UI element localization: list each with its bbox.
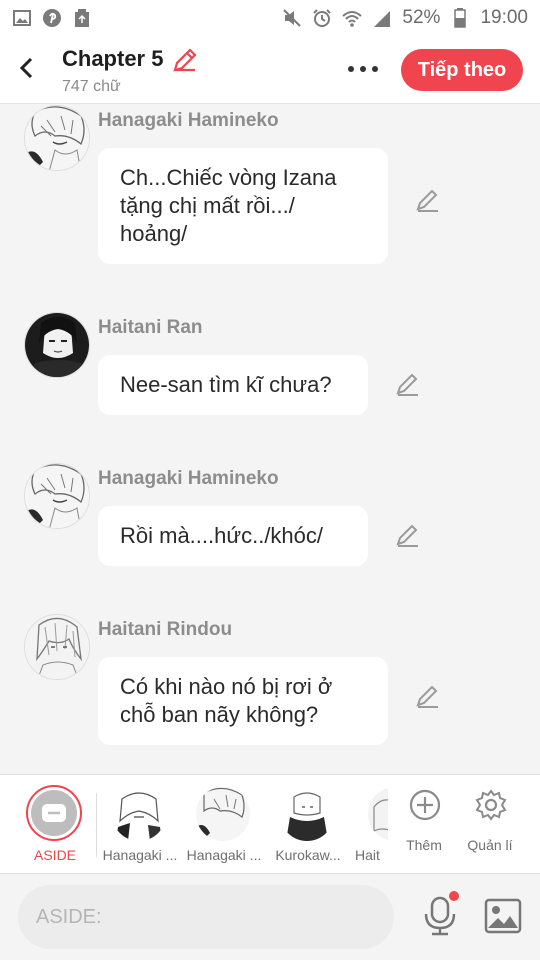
chevron-left-icon (19, 57, 33, 79)
avatar (280, 787, 334, 841)
gallery-icon (12, 8, 32, 28)
character-chip[interactable]: Hait (352, 787, 388, 867)
wifi-icon (342, 8, 363, 28)
edit-message-button[interactable] (394, 522, 422, 550)
message-input[interactable] (18, 885, 394, 949)
manage-label: Quản lí (467, 837, 513, 853)
signal-icon (372, 8, 392, 28)
sender-name: Hanagaki Hamineko (98, 110, 279, 131)
character-name: Kurokaw... (275, 847, 341, 863)
message-line: hoảng/ (120, 221, 188, 246)
aside-label: ASIDE (34, 847, 77, 863)
chat-list[interactable]: Hanagaki Hamineko Ch...Chiếc vòng Izana … (0, 105, 540, 773)
image-icon (484, 898, 522, 934)
message-line: chỗ ban nãy không? (120, 702, 319, 727)
character-name: Hanagaki ... (102, 847, 178, 863)
sender-name: Hanagaki Hamineko (98, 468, 279, 489)
avatar[interactable] (24, 105, 90, 171)
character-chip[interactable]: Hanagaki ... (184, 787, 264, 867)
pencil-icon (396, 373, 418, 396)
edit-title-button[interactable] (170, 45, 200, 75)
recycle-icon (72, 8, 92, 28)
character-name: Hanagaki ... (186, 847, 262, 863)
pinterest-icon (42, 8, 62, 28)
character-chip[interactable]: Kurokaw... (268, 787, 348, 867)
avatar[interactable] (24, 614, 90, 680)
alarm-icon (312, 8, 332, 28)
dot-icon (348, 66, 354, 72)
gear-icon (475, 789, 507, 821)
avatar[interactable] (24, 463, 90, 529)
sender-name: Haitani Rindou (98, 619, 233, 640)
more-options-button[interactable] (340, 54, 386, 84)
message-bubble[interactable]: Nee-san tìm kĩ chưa? (98, 355, 368, 415)
status-bar: 52% 19:00 (0, 0, 540, 36)
pencil-icon (173, 48, 197, 72)
message-bubble[interactable]: Rồi mà....hức../khóc/ (98, 506, 368, 566)
message-line: Ch...Chiếc vòng Izana (120, 165, 337, 190)
pencil-icon (396, 524, 418, 547)
edit-message-button[interactable] (414, 187, 442, 215)
sender-name: Haitani Ran (98, 317, 203, 338)
avatar[interactable] (24, 312, 90, 378)
back-button[interactable] (8, 50, 44, 86)
battery-percent: 52% (402, 7, 441, 28)
pencil-icon (416, 685, 438, 708)
add-label: Thêm (406, 837, 442, 853)
notification-dot (449, 891, 459, 901)
message-line: tặng chị mất rồi.../ (120, 193, 295, 218)
avatar (368, 787, 388, 841)
character-chip[interactable]: Hanagaki ... (100, 787, 180, 867)
clock: 19:00 (480, 7, 528, 28)
chat-bubble-icon (42, 804, 66, 822)
message-line: Có khi nào nó bị rơi ở (120, 674, 333, 699)
avatar (112, 787, 166, 841)
pencil-icon (416, 189, 438, 212)
divider (96, 793, 97, 857)
manage-characters-button[interactable]: Quản lí (460, 789, 520, 869)
mute-icon (282, 8, 302, 28)
character-name: Hait (355, 847, 380, 863)
avatar (196, 787, 250, 841)
plus-circle-icon (409, 789, 441, 821)
next-chapter-button[interactable]: Tiếp theo (401, 49, 523, 91)
edit-message-button[interactable] (414, 683, 442, 711)
dot-icon (372, 66, 378, 72)
add-character-button[interactable]: Thêm (394, 789, 454, 869)
chapter-title[interactable]: Chapter 5 (62, 46, 163, 72)
edit-message-button[interactable] (394, 371, 422, 399)
message-line: Rồi mà....hức../khóc/ (120, 523, 324, 548)
message-line: Nee-san tìm kĩ chưa? (120, 372, 332, 397)
dot-icon (360, 66, 366, 72)
word-count: 747 chữ (62, 78, 121, 95)
aside-button[interactable] (26, 785, 82, 841)
message-bubble[interactable]: Có khi nào nó bị rơi ở chỗ ban nãy không… (98, 657, 388, 745)
message-input-bar (0, 874, 540, 960)
message-bubble[interactable]: Ch...Chiếc vòng Izana tặng chị mất rồi..… (98, 148, 388, 264)
character-bar: ASIDE Hanagaki ... Hanagaki ... Kurokaw.… (0, 774, 540, 874)
chapter-header: Chapter 5 747 chữ Tiếp theo (0, 36, 540, 104)
image-button[interactable] (484, 898, 522, 934)
battery-icon (450, 8, 470, 28)
